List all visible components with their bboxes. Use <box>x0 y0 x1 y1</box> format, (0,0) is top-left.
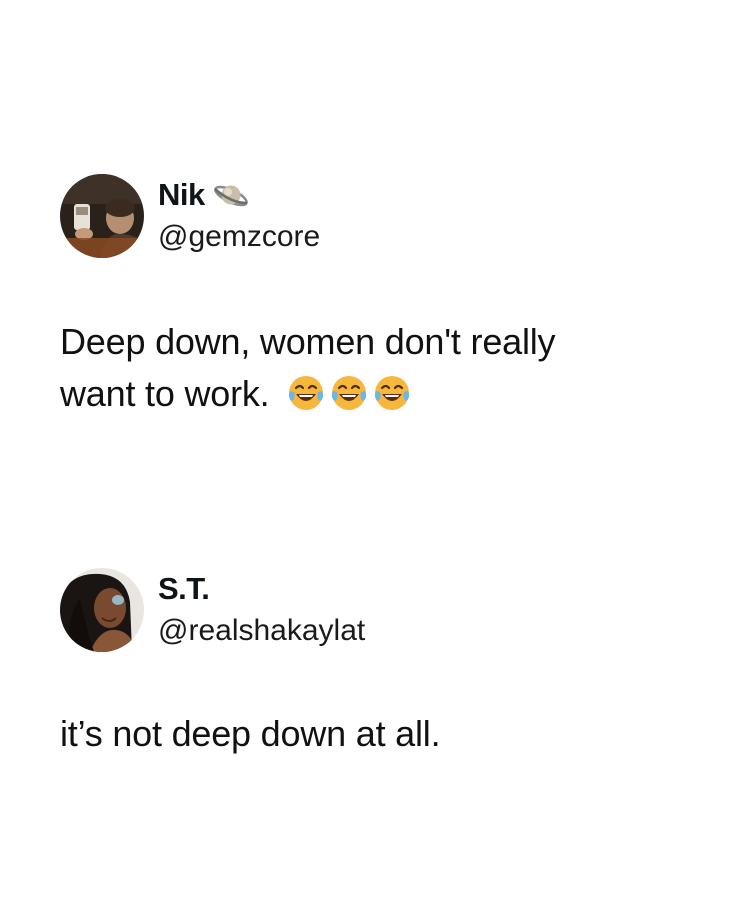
tweet-text: Deep down, women don't really want to wo… <box>60 316 680 420</box>
emoji-group <box>287 374 416 412</box>
display-name-row: Nik <box>158 175 320 215</box>
screenshot-canvas: Nik @gemzcore Deep down, women don't rea… <box>0 0 736 920</box>
tweet-text-line-1: Deep down, women don't really <box>60 321 556 362</box>
display-name-row: S.T. <box>158 569 365 609</box>
display-name[interactable]: Nik <box>158 175 205 215</box>
tweet-st: S.T. @realshakaylat it’s not deep down a… <box>60 566 680 760</box>
display-name[interactable]: S.T. <box>158 569 210 609</box>
avatar-nik[interactable] <box>60 174 144 258</box>
tweet-header: Nik @gemzcore <box>60 172 680 260</box>
ringed-planet-icon <box>213 177 249 213</box>
tweet-header: S.T. @realshakaylat <box>60 566 680 654</box>
user-handle[interactable]: @realshakaylat <box>158 611 365 651</box>
tweet-text-line-2: want to work. <box>60 373 270 414</box>
face-with-tears-of-joy-icon <box>330 374 368 412</box>
tweet-nik: Nik @gemzcore Deep down, women don't rea… <box>60 172 680 420</box>
user-names: S.T. @realshakaylat <box>158 569 365 651</box>
avatar-st[interactable] <box>60 568 144 652</box>
tweet-text: it’s not deep down at all. <box>60 713 441 754</box>
face-with-tears-of-joy-icon <box>373 374 411 412</box>
user-handle[interactable]: @gemzcore <box>158 217 320 257</box>
face-with-tears-of-joy-icon <box>287 374 325 412</box>
user-names: Nik @gemzcore <box>158 175 320 257</box>
